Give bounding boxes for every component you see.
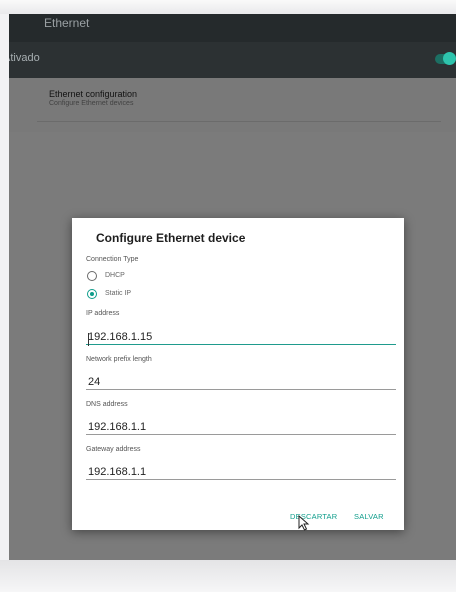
- save-button[interactable]: SALVAR: [354, 512, 384, 521]
- toggle-knob: [443, 52, 456, 65]
- radio-dhcp[interactable]: [87, 271, 97, 281]
- mouse-pointer-icon: [298, 515, 310, 531]
- master-toggle[interactable]: [435, 52, 456, 65]
- dialog-title: Configure Ethernet device: [96, 231, 246, 245]
- radio-dhcp-label[interactable]: DHCP: [105, 272, 125, 279]
- screen: Ethernet Ativado Ethernet configuration …: [9, 14, 456, 560]
- list-item-subtitle: Configure Ethernet devices: [49, 100, 134, 107]
- connection-type-label: Connection Type: [86, 256, 139, 263]
- prefix-length-field[interactable]: [86, 374, 396, 390]
- outer-frame-bottom: [0, 560, 456, 592]
- radio-static-ip-label[interactable]: Static IP: [105, 290, 131, 297]
- dns-address-label: DNS address: [86, 401, 128, 408]
- radio-static-ip[interactable]: [87, 289, 97, 299]
- list-item-title: Ethernet configuration: [49, 89, 138, 99]
- app-toolbar: Ethernet: [9, 14, 456, 42]
- outer-frame-top: [0, 0, 456, 14]
- prefix-length-label: Network prefix length: [86, 356, 152, 363]
- gateway-address-label: Gateway address: [86, 446, 141, 453]
- dns-address-field[interactable]: [86, 419, 396, 435]
- configure-ethernet-dialog: Configure Ethernet device Connection Typ…: [72, 218, 404, 531]
- text-cursor: [88, 333, 89, 346]
- list-item-ethernet-configuration[interactable]: Ethernet configuration Configure Etherne…: [9, 78, 456, 132]
- ip-address-label: IP address: [86, 310, 120, 317]
- gateway-address-field[interactable]: [86, 464, 396, 480]
- ip-address-field[interactable]: [86, 329, 396, 345]
- page-title: Ethernet: [44, 16, 90, 30]
- divider: [37, 121, 441, 122]
- radio-selected-dot: [89, 291, 94, 296]
- master-switch-label: Ativado: [9, 52, 40, 64]
- master-switch-bar[interactable]: Ativado: [9, 42, 456, 78]
